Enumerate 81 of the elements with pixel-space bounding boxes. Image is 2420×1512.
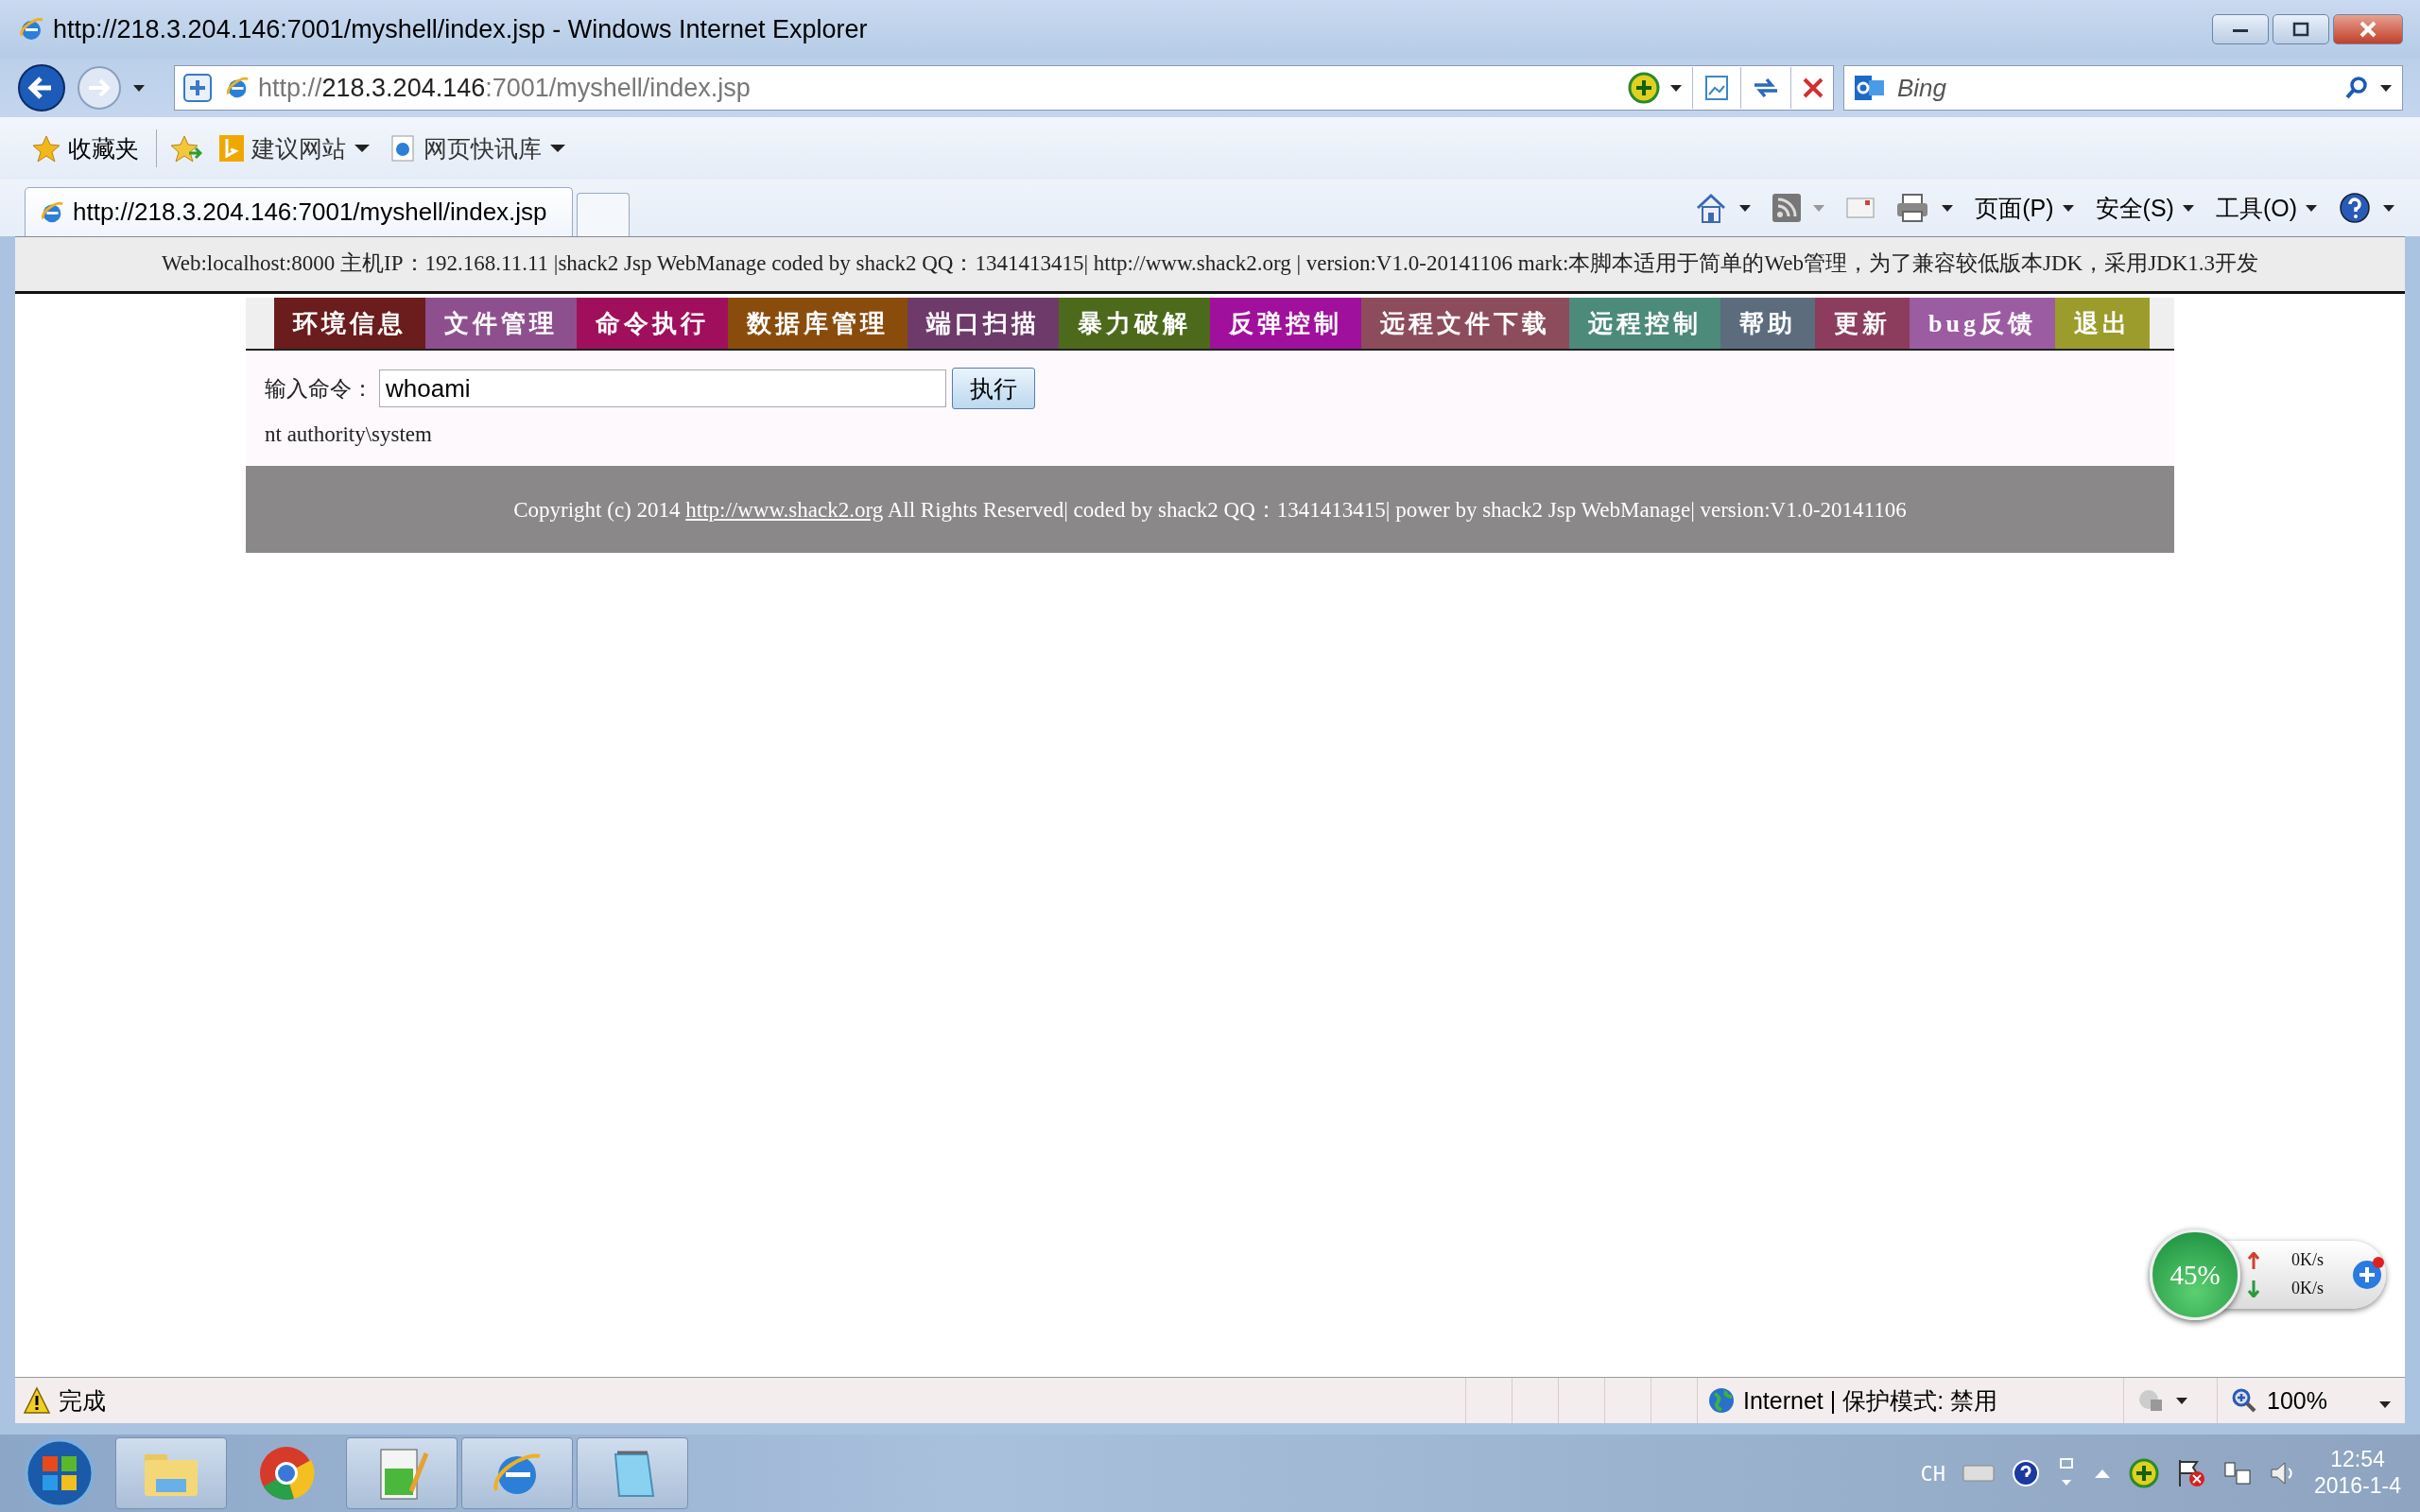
search-box[interactable]: Bing xyxy=(1843,65,2403,111)
server-info-text: Web:localhost:8000 主机IP：192.168.11.11 |shack2 Jsp WebManage coded by shack2 QQ：1341413415| http://www.shack2.org | version:V1.0-20141106 mark:本脚本适用于简单的Web管理，为了兼容较低版本JDK，采用JDK1.3开发 xyxy=(15,237,2405,294)
mail-icon[interactable] xyxy=(1846,197,1876,219)
nav-menu-item[interactable]: 命令执行 xyxy=(577,298,728,349)
forward-button[interactable] xyxy=(76,64,123,112)
caret-icon xyxy=(2305,203,2318,213)
command-label: 输入命令： xyxy=(265,375,373,403)
favorites-bar-item[interactable]: 网页快讯库 xyxy=(388,129,570,168)
notepad-plus-taskbar-button[interactable] xyxy=(346,1437,458,1509)
command-bar-menu[interactable]: 工具(O) xyxy=(2215,192,2318,224)
maximize-button[interactable] xyxy=(2273,14,2329,44)
plus-icon[interactable] xyxy=(1628,72,1660,104)
nav-menu-item[interactable]: 更新 xyxy=(1815,298,1910,349)
home-icon[interactable] xyxy=(1695,192,1728,224)
bing-icon xyxy=(219,135,244,162)
favorites-bar-item[interactable]: 建议网站 xyxy=(216,129,374,168)
caret-icon xyxy=(2061,203,2075,213)
outlook-icon xyxy=(1854,73,1886,103)
caret-icon[interactable] xyxy=(2379,83,2393,93)
caret-icon[interactable] xyxy=(1738,203,1753,213)
close-icon xyxy=(2358,21,2378,38)
nav-menu-item[interactable]: 暴力破解 xyxy=(1059,298,1210,349)
command-output: nt authority\system xyxy=(265,422,433,447)
favorites-button[interactable]: 收藏夹 xyxy=(28,129,143,168)
search-icon[interactable] xyxy=(2343,75,2370,101)
notepad-taskbar-button[interactable] xyxy=(577,1437,688,1509)
command-bar-menu[interactable]: 页面(P) xyxy=(1975,192,2075,224)
command-bar-menu[interactable]: 安全(S) xyxy=(2095,192,2195,224)
window-title: http://218.3.204.146:7001/myshell/index.jsp - Windows Internet Explorer xyxy=(53,14,868,44)
globe-icon xyxy=(1707,1386,1736,1415)
nav-menu-item[interactable]: 环境信息 xyxy=(274,298,425,349)
plus-icon[interactable] xyxy=(2128,1458,2159,1488)
footer-text: Copyright (c) 2014 http://www.shack2.org All Rights Reserved| coded by shack2 QQ：1341413415| power by shack2 Jsp WebManage| version:V1.0-20141106 xyxy=(513,496,1907,524)
nav-menu-item[interactable]: 远程控制 xyxy=(1569,298,1720,349)
nav-menu-item[interactable]: 端口扫描 xyxy=(908,298,1059,349)
caret-icon[interactable] xyxy=(2382,203,2395,213)
rss-icon[interactable] xyxy=(1772,194,1802,222)
address-field[interactable]: http://218.3.204.146:7001/myshell/index.jsp xyxy=(174,65,1834,111)
caret-icon xyxy=(354,144,371,153)
command-input[interactable]: whoami xyxy=(379,369,946,407)
maximize-icon xyxy=(2291,22,2310,37)
nav-menu-item[interactable]: 帮助 xyxy=(1720,298,1815,349)
history-caret-icon[interactable] xyxy=(132,83,146,93)
back-button[interactable] xyxy=(17,63,66,112)
nav-menu-item[interactable]: 文件管理 xyxy=(425,298,577,349)
url-text[interactable]: http://218.3.204.146:7001/myshell/index.jsp xyxy=(258,73,1620,103)
caret-icon[interactable] xyxy=(2175,1396,2188,1405)
network-icon[interactable] xyxy=(2222,1459,2252,1487)
add-favorite-icon[interactable] xyxy=(170,134,202,163)
execute-button[interactable]: 执行 xyxy=(952,368,1035,409)
zoom-icon[interactable] xyxy=(2231,1387,2257,1414)
security-zone-text[interactable]: Internet | 保护模式: 禁用 xyxy=(1743,1384,1998,1417)
help-icon[interactable] xyxy=(2339,192,2371,224)
download-arrow-icon xyxy=(2248,1280,2259,1297)
nav-menu-item[interactable]: 数据库管理 xyxy=(728,298,908,349)
chrome-icon xyxy=(258,1445,315,1502)
caret-icon[interactable] xyxy=(2378,1400,2392,1409)
nav-menu-item[interactable]: 远程文件下载 xyxy=(1361,298,1569,349)
upload-speed: 0K/s xyxy=(2291,1250,2324,1270)
upload-arrow-icon xyxy=(2248,1252,2259,1269)
search-field[interactable]: Bing xyxy=(1895,72,2334,104)
stop-icon[interactable] xyxy=(1801,76,1825,100)
plus-icon[interactable] xyxy=(2350,1256,2386,1292)
caret-icon[interactable] xyxy=(1669,83,1683,93)
browser-tab[interactable]: http://218.3.204.146:7001/myshell/index.jsp xyxy=(25,187,573,236)
nav-menu-item[interactable]: bug反馈 xyxy=(1910,298,2055,349)
warning-icon[interactable] xyxy=(23,1386,51,1415)
windows-logo-icon xyxy=(24,1437,95,1509)
download-speed: 0K/s xyxy=(2291,1279,2324,1298)
nav-menu-item[interactable]: 反弹控制 xyxy=(1210,298,1361,349)
star-icon xyxy=(32,134,60,163)
printer-icon[interactable] xyxy=(1895,193,1930,223)
caret-icon[interactable] xyxy=(1941,203,1955,213)
ie-taskbar-button[interactable] xyxy=(461,1437,573,1509)
close-button[interactable] xyxy=(2333,14,2403,44)
minimize-button[interactable] xyxy=(2212,14,2269,44)
zoom-level[interactable]: 100% xyxy=(2267,1386,2327,1415)
footer-link[interactable]: http://www.shack2.org xyxy=(685,497,884,522)
caret-icon xyxy=(2181,203,2195,213)
caret-icon xyxy=(549,144,566,153)
status-text: 完成 xyxy=(59,1385,106,1416)
